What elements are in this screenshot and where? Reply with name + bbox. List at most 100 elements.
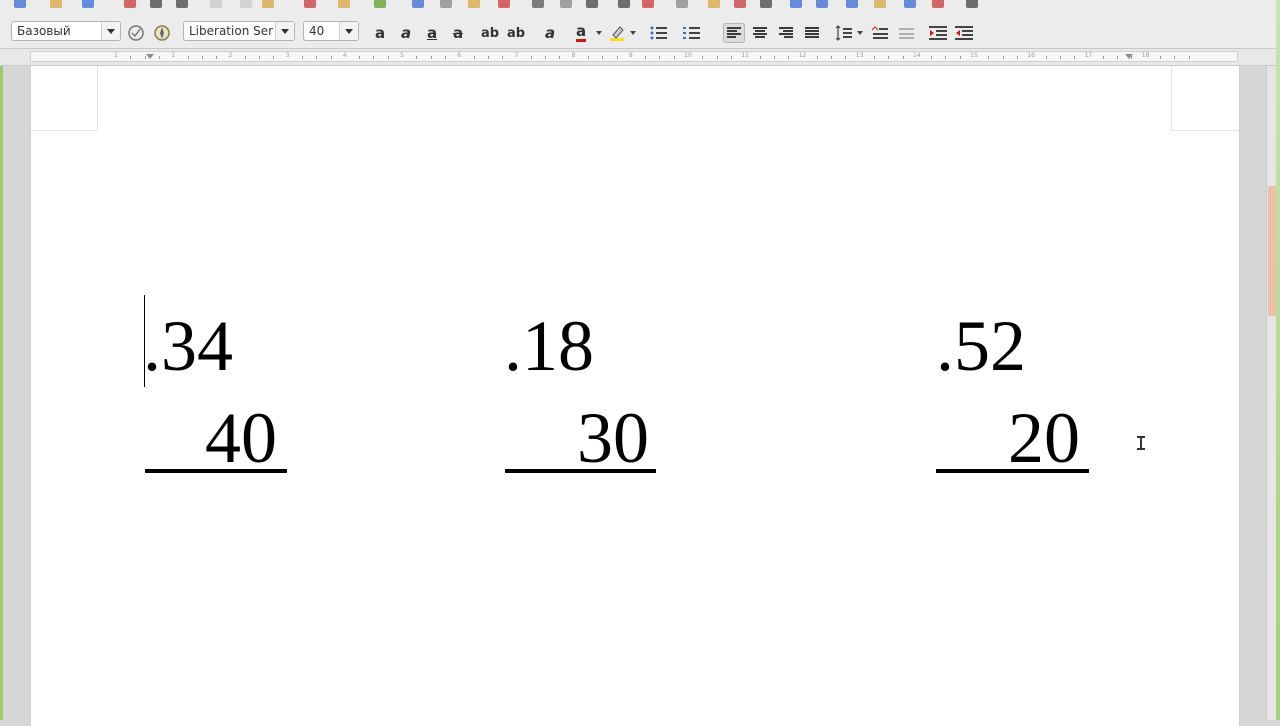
problem-top-number[interactable]: .34 [143,310,233,382]
font-size-combo[interactable]: 40 [303,21,359,41]
strikethrough-button[interactable]: a [447,23,469,43]
ruler-bar[interactable]: 1 1 2 3 4 5 6 7 8 9 10 11 12 13 14 15 16 17 18 [30,51,1238,62]
toolbar-icon[interactable] [734,0,746,8]
italic-button[interactable]: a [395,23,417,43]
toolbar-icon[interactable] [338,0,350,8]
line-spacing-icon [835,25,852,41]
toolbar-icon[interactable] [50,0,62,8]
toolbar-icon[interactable] [374,0,386,8]
problem-top-number[interactable]: .52 [936,310,1026,382]
line-spacing-dropdown[interactable] [855,23,865,43]
toolbar-icon[interactable] [708,0,720,8]
problem-top-number[interactable]: .18 [504,310,594,382]
navigator-button[interactable] [151,23,173,43]
numbering-button[interactable] [681,23,703,43]
ruler-indent-marker[interactable] [146,54,154,59]
superscript-button[interactable]: ab [479,23,501,43]
clear-formatting-button[interactable]: a [539,23,561,43]
font-color-dropdown[interactable] [594,23,604,43]
align-center-button[interactable] [749,23,771,43]
ruler-tick [831,56,832,59]
toolbar-icon[interactable] [642,0,654,8]
highlight-dropdown[interactable] [628,23,638,43]
chevron-down-icon[interactable] [275,22,294,40]
ruler-number: 7 [514,52,519,59]
superscript-icon: ab [480,25,500,41]
toolbar-icon[interactable] [904,0,916,8]
toolbar-icon[interactable] [760,0,772,8]
toolbar-icon[interactable] [498,0,510,8]
ruler-tick [945,56,947,59]
toolbar-icon[interactable] [966,0,978,8]
toolbar-icon[interactable] [816,0,828,8]
ruler-tick [216,56,218,59]
ruler-tick [902,56,904,59]
toolbar-icon[interactable] [14,0,26,8]
clear-formatting-icon: a [544,23,556,42]
highlight-button[interactable] [606,23,628,43]
ruler-tick [673,56,675,59]
toolbar-icon[interactable] [82,0,94,8]
decrease-indent-button[interactable] [953,23,975,43]
document-page[interactable] [30,66,1240,726]
toolbar-icon[interactable] [532,0,544,8]
increase-spacing-button[interactable] [869,23,891,43]
highlight-icon [610,26,624,41]
ruler-tick [645,56,647,59]
autospellcheck-button[interactable] [125,23,147,43]
toolbar-icon[interactable] [560,0,572,8]
toolbar-icon[interactable] [440,0,452,8]
justify-button[interactable] [801,23,823,43]
window-left-edge [0,0,3,720]
increase-indent-button[interactable] [927,23,949,43]
toolbar-icon[interactable] [932,0,944,8]
align-right-button[interactable] [775,23,797,43]
underline-button[interactable]: a [421,23,443,43]
ruler-number: 4 [342,52,347,59]
toolbar-icon[interactable] [468,0,480,8]
toolbar-icon[interactable] [586,0,598,8]
ruler-tick [430,56,432,59]
horizontal-ruler[interactable]: 1 1 2 3 4 5 6 7 8 9 10 11 12 13 14 15 16 17 18 [0,49,1280,66]
toolbar-icon[interactable] [618,0,630,8]
decrease-spacing-button[interactable] [895,23,917,43]
toolbar-icon[interactable] [874,0,886,8]
align-center-icon [753,27,767,39]
ruler-number: 12 [798,52,807,59]
toolbar-icon[interactable] [846,0,858,8]
problem-bottom-number[interactable]: 40 [205,402,277,474]
toolbar-icon[interactable] [790,0,802,8]
align-left-button[interactable] [723,23,745,43]
ruler-tick [1174,56,1176,59]
font-color-button[interactable]: a [570,23,592,43]
ruler-tick [1102,56,1104,59]
ruler-indent-marker[interactable] [1125,54,1133,59]
chevron-down-icon[interactable] [339,22,358,40]
toolbar-icon[interactable] [176,0,188,8]
toolbar-icon[interactable] [210,0,222,8]
toolbar-icon[interactable] [240,0,252,8]
ruler-tick [702,56,704,59]
problem-bottom-number[interactable]: 20 [1008,402,1080,474]
toolbar-icon[interactable] [150,0,162,8]
bold-button[interactable]: a [369,23,391,43]
ruler-tick [716,56,718,59]
italic-icon: a [400,23,412,42]
toolbar-icon[interactable] [412,0,424,8]
navigator-icon [154,25,170,41]
ruler-tick [530,56,532,59]
subscript-button[interactable]: ab [505,23,527,43]
toolbar-icon[interactable] [124,0,136,8]
toolbar-icon[interactable] [262,0,274,8]
line-spacing-button[interactable] [833,23,855,43]
ruler-tick [1117,56,1118,59]
toolbar-icon[interactable] [304,0,316,8]
paragraph-style-combo[interactable]: Базовый [11,21,121,41]
font-name-combo[interactable]: Liberation Serif [183,21,295,41]
bullets-button[interactable] [648,23,670,43]
problem-bottom-number[interactable]: 30 [577,402,649,474]
chevron-down-icon[interactable] [101,22,120,40]
toolbar-icon[interactable] [676,0,688,8]
chevron-down-icon [857,31,863,35]
subscript-icon: ab [506,25,526,41]
